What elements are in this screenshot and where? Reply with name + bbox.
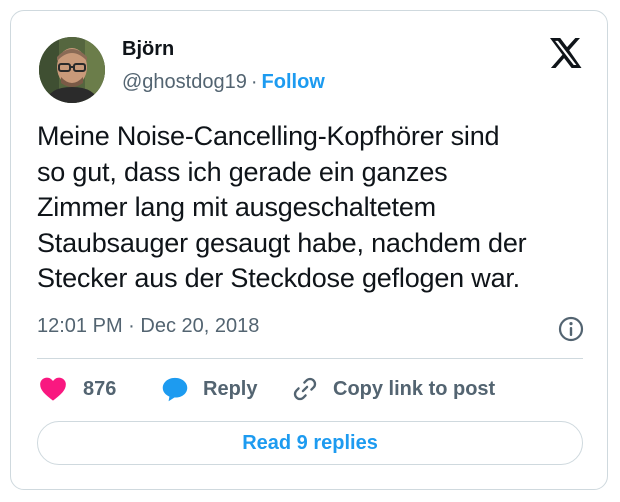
reply-button[interactable]: Reply — [161, 371, 257, 407]
read-replies-button[interactable]: Read 9 replies — [37, 421, 583, 465]
author-handle[interactable]: @ghostdog19 — [122, 71, 247, 93]
tweet-text-line: Stecker aus der Steckdose geflogen war. — [37, 263, 520, 293]
author-name[interactable]: Björn — [122, 38, 174, 61]
tweet-text-line: Staubsauger gesaugt habe, nachdem der — [37, 227, 527, 258]
follow-button[interactable]: Follow — [262, 71, 325, 93]
like-button[interactable]: 876 — [39, 371, 116, 407]
tweet-card: Björn @ghostdog19 · Follow Meine Noise-Can… — [10, 10, 608, 490]
copy-link-label: Copy link to post — [333, 377, 496, 400]
divider — [37, 358, 583, 359]
tweet-text-line: so gut, dass ich gerade ein ganzes — [37, 156, 448, 187]
tweet-text-line: Meine Noise-Cancelling-Kopfhörer sind — [37, 121, 500, 151]
x-logo-icon[interactable] — [547, 35, 583, 71]
handle-separator: · — [250, 71, 258, 93]
tweet-text: Meine Noise-Cancelling-Kopfhörer sind so… — [37, 119, 597, 297]
avatar[interactable] — [39, 37, 105, 103]
tweet-timestamp[interactable]: 12:01 PM · Dec 20, 2018 — [37, 315, 259, 338]
speech-bubble-icon — [162, 377, 188, 402]
link-icon — [293, 377, 317, 401]
info-icon[interactable] — [557, 315, 585, 343]
reply-label: Reply — [203, 377, 258, 400]
heart-icon — [40, 377, 66, 401]
author-handle-row: @ghostdog19 · Follow — [122, 71, 325, 94]
copy-link-button[interactable]: Copy link to post — [291, 371, 495, 407]
like-count: 876 — [83, 377, 117, 400]
tweet-text-line: Zimmer lang mit ausgeschaltetem — [37, 192, 436, 222]
